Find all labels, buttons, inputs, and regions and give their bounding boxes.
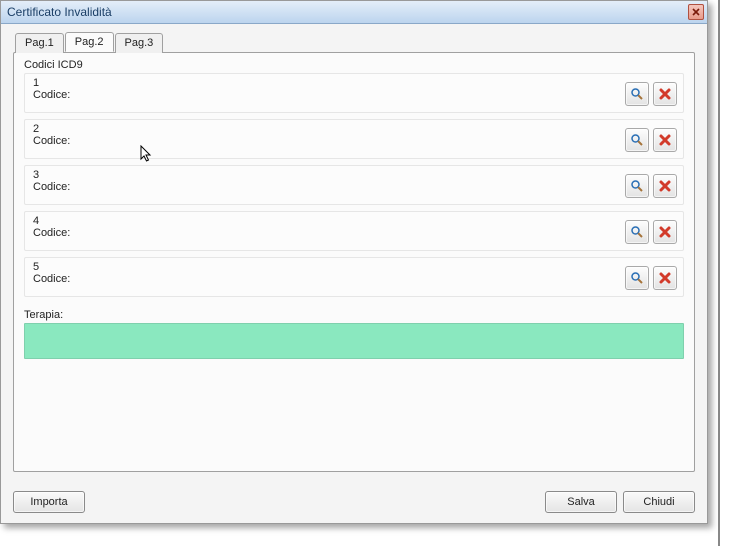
code-row-4: 4 Codice:	[24, 211, 684, 251]
chiudi-button[interactable]: Chiudi	[623, 491, 695, 513]
magnifier-icon	[630, 271, 644, 285]
tab-pag3[interactable]: Pag.3	[115, 33, 164, 53]
delete-icon	[658, 271, 672, 285]
magnifier-icon	[630, 179, 644, 193]
code-number: 2	[33, 123, 70, 135]
code-number: 4	[33, 215, 70, 227]
code-label: Codice:	[33, 89, 70, 101]
code-row-3: 3 Codice:	[24, 165, 684, 205]
section-title: Codici ICD9	[24, 59, 684, 71]
delete-button[interactable]	[653, 128, 677, 152]
code-row-2: 2 Codice:	[24, 119, 684, 159]
close-button[interactable]	[688, 4, 704, 20]
tab-panel: Codici ICD9 1 Codice:	[13, 52, 695, 472]
code-row-5: 5 Codice:	[24, 257, 684, 297]
terapia-label: Terapia:	[24, 309, 684, 321]
lookup-button[interactable]	[625, 82, 649, 106]
lookup-button[interactable]	[625, 174, 649, 198]
magnifier-icon	[630, 225, 644, 239]
magnifier-icon	[630, 133, 644, 147]
code-label: Codice:	[33, 135, 70, 147]
dialog-content: Pag.1 Pag.2 Pag.3 Codici ICD9 1 Codice:	[1, 24, 707, 523]
close-icon	[692, 8, 700, 16]
dialog-window: Certificato Invalidità Pag.1 Pag.2 Pag.3…	[0, 0, 708, 524]
magnifier-icon	[630, 87, 644, 101]
code-label: Codice:	[33, 181, 70, 193]
lookup-button[interactable]	[625, 266, 649, 290]
tab-pag2[interactable]: Pag.2	[65, 32, 114, 52]
importa-button[interactable]: Importa	[13, 491, 85, 513]
salva-button[interactable]: Salva	[545, 491, 617, 513]
delete-icon	[658, 225, 672, 239]
code-label: Codice:	[33, 227, 70, 239]
titlebar: Certificato Invalidità	[1, 1, 707, 24]
lookup-button[interactable]	[625, 128, 649, 152]
delete-button[interactable]	[653, 174, 677, 198]
lookup-button[interactable]	[625, 220, 649, 244]
delete-icon	[658, 179, 672, 193]
dialog-button-bar: Importa Salva Chiudi	[13, 491, 695, 513]
delete-icon	[658, 87, 672, 101]
tab-pag1[interactable]: Pag.1	[15, 33, 64, 53]
code-label: Codice:	[33, 273, 70, 285]
delete-icon	[658, 133, 672, 147]
tab-strip: Pag.1 Pag.2 Pag.3	[15, 32, 695, 52]
terapia-section: Terapia:	[24, 309, 684, 362]
delete-button[interactable]	[653, 266, 677, 290]
code-number: 5	[33, 261, 70, 273]
delete-button[interactable]	[653, 220, 677, 244]
code-number: 1	[33, 77, 70, 89]
code-number: 3	[33, 169, 70, 181]
delete-button[interactable]	[653, 82, 677, 106]
window-title: Certificato Invalidità	[7, 5, 112, 19]
parent-frame-edge	[718, 0, 720, 546]
code-row-1: 1 Codice:	[24, 73, 684, 113]
terapia-input[interactable]	[24, 323, 684, 359]
